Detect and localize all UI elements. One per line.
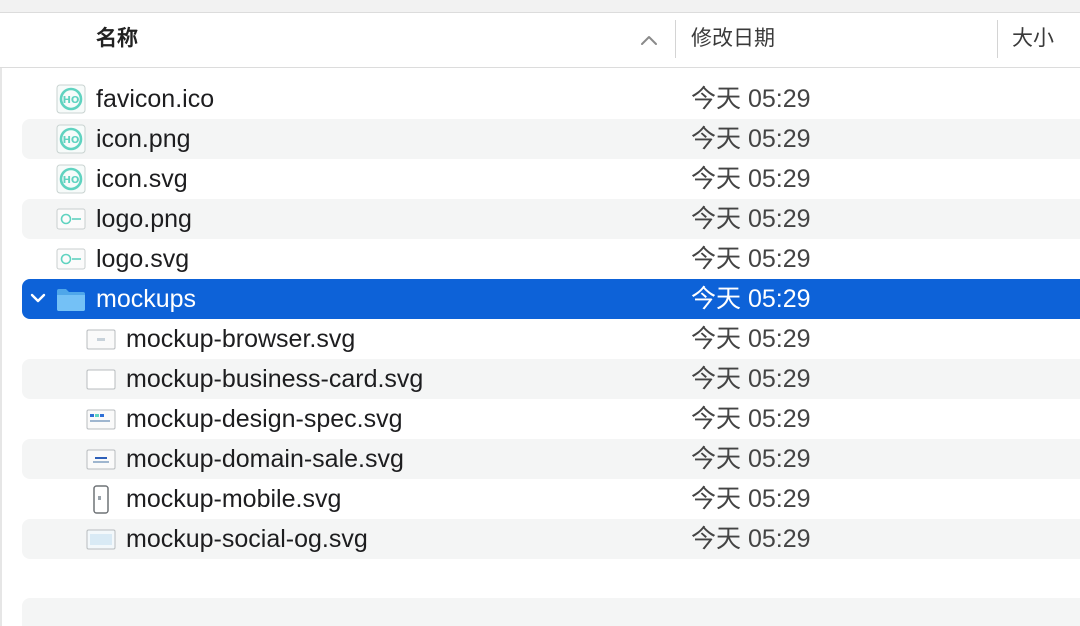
file-row-mockup-browser[interactable]: mockup-browser.svg 今天 05:29 xyxy=(22,319,1080,359)
app-icon: HO xyxy=(56,164,86,194)
logo-icon xyxy=(56,248,86,270)
app-icon: HO xyxy=(56,84,86,114)
file-name: icon.png xyxy=(96,125,191,153)
logo-icon xyxy=(56,208,86,230)
svg-text:HO: HO xyxy=(63,175,80,186)
file-row-logo-png[interactable]: logo.png 今天 05:29 xyxy=(22,199,1080,239)
column-size[interactable]: 大小 xyxy=(1012,13,1054,67)
file-row-mockup-business-card[interactable]: mockup-business-card.svg 今天 05:29 xyxy=(22,359,1080,399)
file-date: 今天 05:29 xyxy=(691,525,811,553)
file-row-icon-svg[interactable]: HO icon.svg 今天 05:29 xyxy=(22,159,1080,199)
file-date: 今天 05:29 xyxy=(691,405,811,433)
file-name: mockup-design-spec.svg xyxy=(126,405,403,433)
toolbar-edge xyxy=(0,0,1080,13)
empty-row xyxy=(22,598,1080,626)
browser-doc-icon xyxy=(86,329,116,350)
card-doc-icon xyxy=(86,369,116,390)
sort-ascending-icon[interactable] xyxy=(640,34,658,46)
column-divider[interactable] xyxy=(675,20,676,58)
app-icon: HO xyxy=(56,124,86,154)
file-date: 今天 05:29 xyxy=(691,205,811,233)
window-edge xyxy=(0,0,2,626)
file-date: 今天 05:29 xyxy=(691,325,811,353)
file-row-mockup-design-spec[interactable]: mockup-design-spec.svg 今天 05:29 xyxy=(22,399,1080,439)
chevron-down-icon[interactable] xyxy=(30,292,46,304)
svg-text:HO: HO xyxy=(63,135,80,146)
spec-doc-icon xyxy=(86,409,116,430)
column-header: 名称 修改日期 大小 xyxy=(0,13,1080,68)
phone-icon xyxy=(93,485,109,514)
file-name: logo.png xyxy=(96,205,192,233)
file-row-mockup-mobile[interactable]: mockup-mobile.svg 今天 05:29 xyxy=(22,479,1080,519)
sale-doc-icon xyxy=(86,449,116,470)
file-date: 今天 05:29 xyxy=(691,285,811,313)
file-name: logo.svg xyxy=(96,245,190,273)
folder-name: mockups xyxy=(96,285,197,313)
file-name: mockup-mobile.svg xyxy=(126,485,342,513)
file-name: favicon.ico xyxy=(96,85,215,113)
file-row-logo-svg[interactable]: logo.svg 今天 05:29 xyxy=(22,239,1080,279)
file-date: 今天 05:29 xyxy=(691,165,811,193)
file-date: 今天 05:29 xyxy=(691,365,811,393)
file-row-mockup-social-og[interactable]: mockup-social-og.svg 今天 05:29 xyxy=(22,519,1080,559)
file-date: 今天 05:29 xyxy=(691,485,811,513)
file-name: icon.svg xyxy=(96,165,188,193)
social-doc-icon xyxy=(86,529,116,550)
file-date: 今天 05:29 xyxy=(691,445,811,473)
file-date: 今天 05:29 xyxy=(691,245,811,273)
file-date: 今天 05:29 xyxy=(691,85,811,113)
file-list: HO favicon.ico 今天 05:29 HO icon.png 今天 0… xyxy=(22,79,1080,559)
folder-row-mockups[interactable]: mockups 今天 05:29 xyxy=(22,279,1080,319)
file-name: mockup-social-og.svg xyxy=(126,525,368,553)
file-row-favicon-ico[interactable]: HO favicon.ico 今天 05:29 xyxy=(22,79,1080,119)
folder-icon xyxy=(57,289,85,311)
column-divider[interactable] xyxy=(997,20,998,58)
file-row-mockup-domain-sale[interactable]: mockup-domain-sale.svg 今天 05:29 xyxy=(22,439,1080,479)
file-date: 今天 05:29 xyxy=(691,125,811,153)
column-date-modified[interactable]: 修改日期 xyxy=(691,13,775,67)
file-name: mockup-browser.svg xyxy=(126,325,356,353)
file-name: mockup-domain-sale.svg xyxy=(126,445,404,473)
file-row-icon-png[interactable]: HO icon.png 今天 05:29 xyxy=(22,119,1080,159)
column-name[interactable]: 名称 xyxy=(96,13,138,67)
file-name: mockup-business-card.svg xyxy=(126,365,424,393)
svg-text:HO: HO xyxy=(63,95,80,106)
